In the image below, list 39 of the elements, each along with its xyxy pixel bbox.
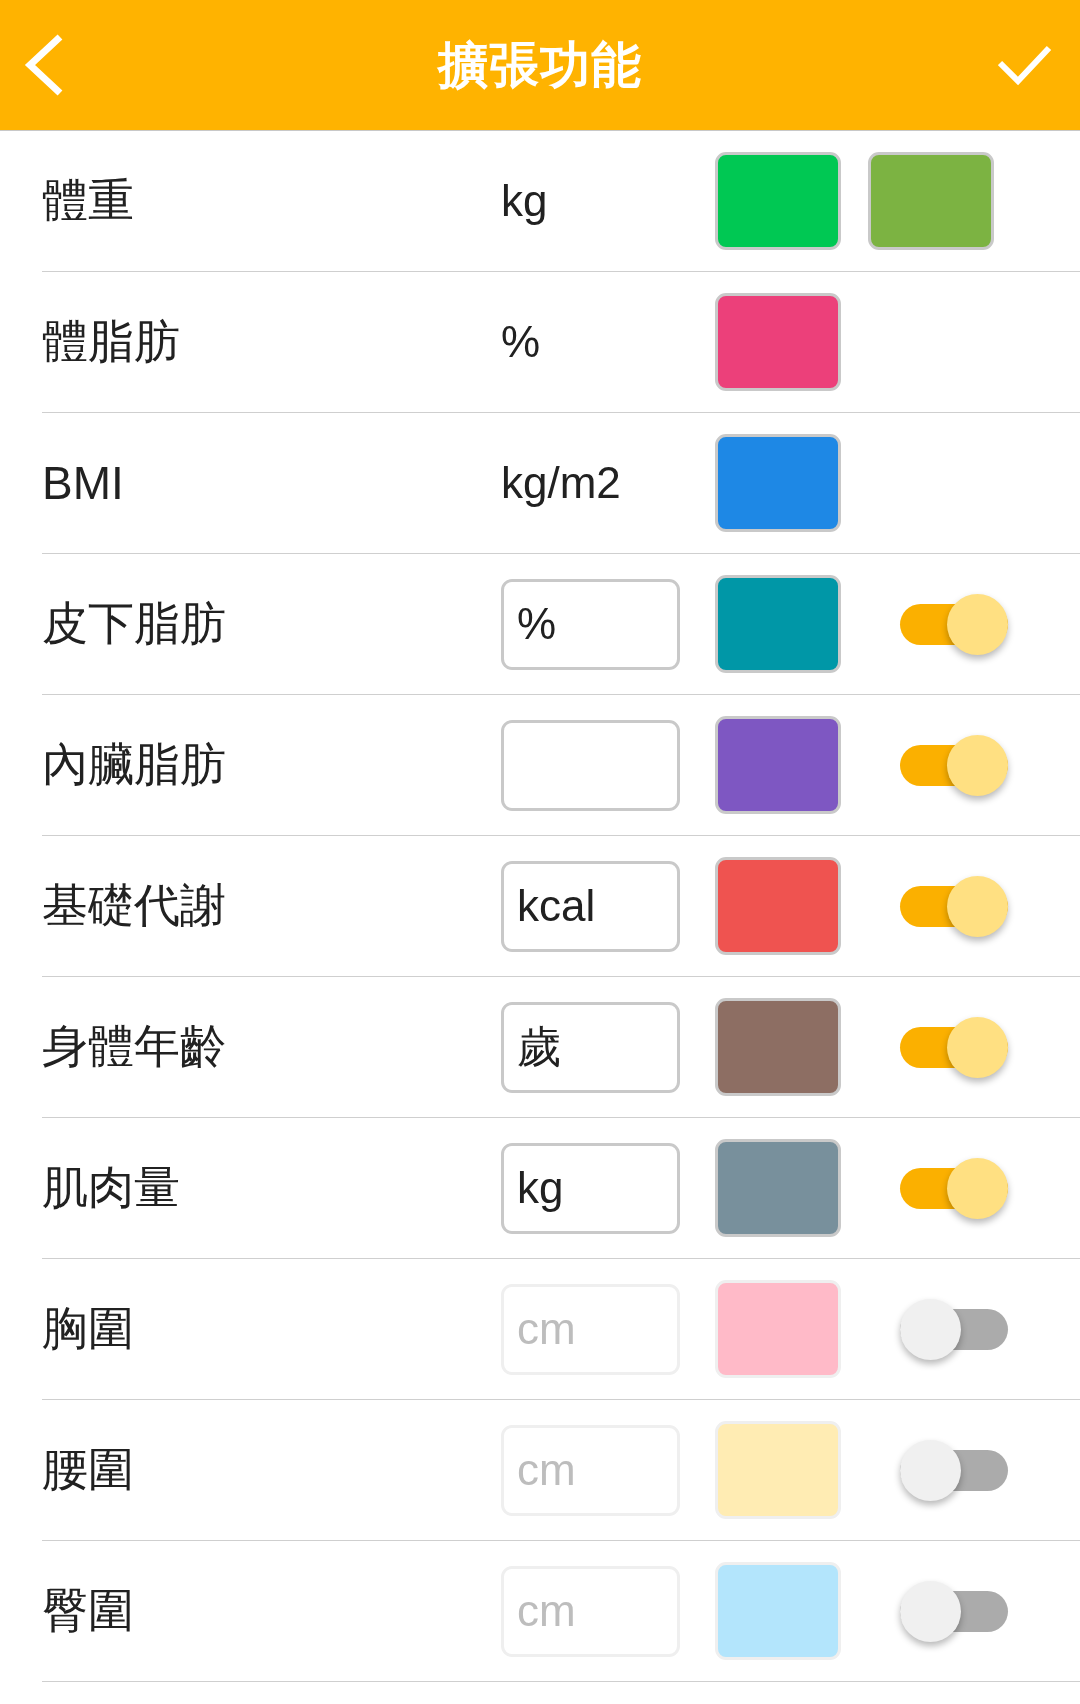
measure-label: 臀圍 — [42, 1583, 135, 1638]
color-swatch-icon[interactable] — [715, 998, 841, 1096]
toggle-switch[interactable] — [900, 593, 1008, 655]
unit-label: kg — [501, 176, 549, 226]
unit-input[interactable]: % — [501, 578, 680, 670]
measure-label: 身體年齡 — [42, 1019, 227, 1074]
color-swatch-icon[interactable] — [715, 857, 841, 955]
color-swatch-icon[interactable] — [715, 716, 841, 814]
measure-label: 肌肉量 — [42, 1160, 181, 1215]
unit-label: % — [501, 317, 542, 367]
color-swatch-icon[interactable] — [715, 152, 841, 250]
measure-label: 體重 — [42, 173, 135, 228]
toggle-switch[interactable] — [900, 734, 1008, 796]
measure-label: 體脂肪 — [42, 314, 181, 369]
unit-input[interactable]: kg — [501, 1142, 680, 1234]
unit-input[interactable] — [501, 719, 680, 811]
checkmark-icon — [998, 44, 1052, 86]
color-swatch-icon[interactable] — [715, 575, 841, 673]
page-title: 擴張功能 — [438, 35, 642, 95]
toggle-switch[interactable] — [900, 1157, 1008, 1219]
color-swatch-icon[interactable] — [868, 152, 994, 250]
measure-label: 基礎代謝 — [42, 878, 227, 933]
unit-input[interactable]: 歲 — [501, 1001, 680, 1093]
toggle-switch[interactable] — [900, 875, 1008, 937]
measure-label: BMI — [42, 456, 125, 510]
color-swatch-icon[interactable] — [715, 1139, 841, 1237]
color-swatch-icon[interactable] — [715, 434, 841, 532]
toggle-switch[interactable] — [900, 1298, 1008, 1360]
measure-label: 皮下脂肪 — [42, 596, 227, 651]
unit-label: kg/m2 — [501, 458, 622, 508]
measure-label: 內臟脂肪 — [42, 737, 227, 792]
unit-input[interactable]: kcal — [501, 860, 680, 952]
measure-label: 腰圍 — [42, 1442, 135, 1497]
color-swatch-icon[interactable] — [715, 293, 841, 391]
chevron-left-icon — [24, 34, 64, 96]
toggle-switch[interactable] — [900, 1016, 1008, 1078]
toggle-switch[interactable] — [900, 1439, 1008, 1501]
measure-label: 胸圍 — [42, 1301, 135, 1356]
toggle-switch[interactable] — [900, 1580, 1008, 1642]
